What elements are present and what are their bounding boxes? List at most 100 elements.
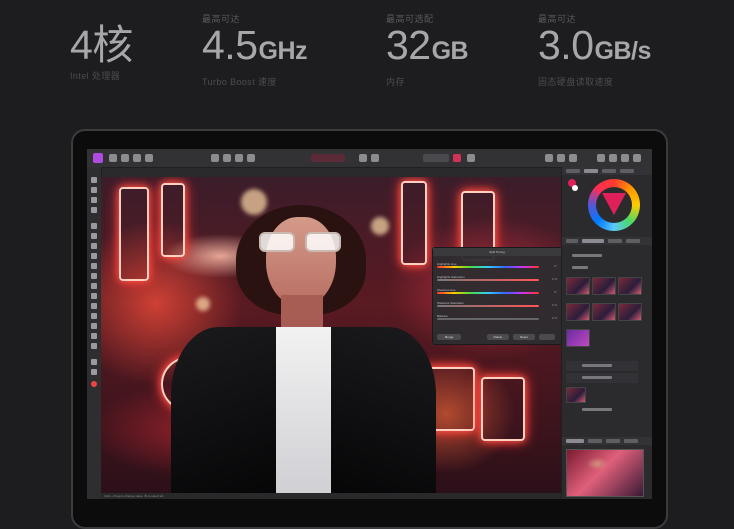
gradient-tool-icon[interactable] bbox=[91, 243, 97, 249]
app-logo-icon[interactable] bbox=[93, 153, 103, 163]
history-icon[interactable] bbox=[121, 154, 129, 162]
split-view-icon[interactable] bbox=[569, 154, 577, 162]
preset-thumbnail[interactable] bbox=[592, 277, 616, 295]
highlights-hue-slider[interactable] bbox=[437, 266, 539, 268]
dialog-close-button[interactable] bbox=[539, 334, 555, 340]
color-triangle[interactable] bbox=[602, 193, 626, 215]
preset-thumbnail[interactable] bbox=[566, 329, 590, 347]
dropdown-icon[interactable] bbox=[371, 154, 379, 162]
zoom-tool-icon[interactable] bbox=[91, 369, 97, 375]
tab-navigator[interactable] bbox=[566, 439, 584, 443]
crop-tool-icon[interactable] bbox=[91, 187, 97, 193]
tab-history[interactable] bbox=[606, 439, 620, 443]
reset-button[interactable]: Reset bbox=[513, 334, 535, 340]
view-mode-icon[interactable] bbox=[557, 154, 565, 162]
paint-brush-icon[interactable] bbox=[91, 253, 97, 259]
split-toning-dialog[interactable]: Split Toning Highlights Hue 0° Highlight… bbox=[432, 247, 561, 345]
smudge-tool-icon[interactable] bbox=[91, 313, 97, 319]
spec-ssd-unit: GB/s bbox=[594, 37, 652, 65]
adjustment-panel-tabs bbox=[562, 237, 652, 245]
tab-effects[interactable] bbox=[608, 239, 622, 243]
preset-thumbnail[interactable] bbox=[566, 277, 590, 295]
settings-icon[interactable] bbox=[133, 154, 141, 162]
clone-tool-icon[interactable] bbox=[91, 283, 97, 289]
share-icon[interactable] bbox=[145, 154, 153, 162]
quickmask-icon[interactable] bbox=[359, 154, 367, 162]
tab-styles[interactable] bbox=[626, 239, 640, 243]
subject-glasses bbox=[259, 232, 343, 252]
primary-color-swatch[interactable] bbox=[91, 381, 97, 387]
preset-thumbnail[interactable] bbox=[618, 303, 642, 321]
split-toning-section[interactable] bbox=[566, 251, 638, 261]
right-panel bbox=[561, 167, 652, 499]
arrange-icon[interactable] bbox=[467, 154, 475, 162]
move-tool-icon[interactable] bbox=[91, 177, 97, 183]
delete-button[interactable]: Delete bbox=[487, 334, 509, 340]
spec-turbo-unit: GHz bbox=[258, 37, 308, 65]
contrast-icon[interactable] bbox=[223, 154, 231, 162]
hand-tool-icon[interactable] bbox=[91, 359, 97, 365]
healing-tool-icon[interactable] bbox=[91, 293, 97, 299]
dodge-tool-icon[interactable] bbox=[91, 303, 97, 309]
pen-tool-icon[interactable] bbox=[91, 323, 97, 329]
text-tool-icon[interactable] bbox=[91, 343, 97, 349]
shadows-saturation-slider[interactable] bbox=[437, 305, 539, 307]
tab-layers[interactable] bbox=[566, 239, 578, 243]
record-icon[interactable] bbox=[453, 154, 461, 162]
navigator-preview[interactable] bbox=[566, 449, 644, 497]
app-window: Split Toning Highlights Hue 0° Highlight… bbox=[87, 149, 652, 499]
selection-tool-icon[interactable] bbox=[91, 207, 97, 213]
lasso-tool-icon[interactable] bbox=[91, 223, 97, 229]
merge-button[interactable]: Merge bbox=[437, 334, 461, 340]
hsl-icon[interactable] bbox=[247, 154, 255, 162]
levels-icon[interactable] bbox=[211, 154, 219, 162]
fullscreen-icon[interactable] bbox=[633, 154, 641, 162]
highlights-saturation-slider[interactable] bbox=[437, 279, 539, 281]
wb-icon[interactable] bbox=[235, 154, 243, 162]
layer-row[interactable] bbox=[566, 373, 638, 383]
tab-stock[interactable] bbox=[620, 169, 634, 173]
spec-cores: 4核 Intel 处理器 bbox=[70, 12, 133, 82]
preset-thumbnail[interactable] bbox=[566, 303, 590, 321]
tab-swatches[interactable] bbox=[584, 169, 598, 173]
assistant-icon[interactable] bbox=[545, 154, 553, 162]
preset-thumbnail[interactable] bbox=[592, 303, 616, 321]
balance-row[interactable]: Balance 0 % bbox=[437, 314, 557, 323]
tab-transform[interactable] bbox=[588, 439, 602, 443]
bokeh-light bbox=[196, 297, 210, 311]
snapping-toggle[interactable] bbox=[423, 154, 449, 162]
layer-row[interactable] bbox=[566, 405, 638, 415]
secondary-swatch[interactable] bbox=[572, 185, 578, 191]
flood-fill-icon[interactable] bbox=[91, 233, 97, 239]
subject-face bbox=[266, 217, 336, 307]
highlights-saturation-value: 0 % bbox=[551, 277, 557, 281]
brush-tool-icon[interactable] bbox=[91, 197, 97, 203]
highlights-saturation-row[interactable]: Highlights Saturation 0 % bbox=[437, 275, 557, 284]
spec-ssd-value: 3.0 bbox=[538, 22, 594, 68]
default-preset[interactable] bbox=[566, 263, 638, 273]
layer-row[interactable] bbox=[566, 361, 638, 371]
subject-shirt bbox=[276, 327, 331, 493]
shadows-saturation-row[interactable]: Shadows Saturation 0 % bbox=[437, 301, 557, 310]
layer-thumbnail[interactable] bbox=[566, 387, 586, 403]
mirror-icon[interactable] bbox=[597, 154, 605, 162]
balance-slider[interactable] bbox=[437, 318, 539, 320]
photo-canvas[interactable]: Split Toning Highlights Hue 0° Highlight… bbox=[101, 177, 561, 493]
preset-thumbnail[interactable] bbox=[618, 277, 642, 295]
color-picker-icon[interactable] bbox=[621, 154, 629, 162]
zoom-icon[interactable] bbox=[609, 154, 617, 162]
shadows-hue-slider[interactable] bbox=[437, 292, 539, 294]
persona-icon[interactable] bbox=[109, 154, 117, 162]
bokeh-light bbox=[241, 189, 267, 215]
spec-ssd-label: 固态硬盘读取速度 bbox=[538, 77, 614, 87]
selection-toggle[interactable] bbox=[311, 154, 345, 162]
highlights-hue-row[interactable]: Highlights Hue 0° bbox=[437, 262, 557, 271]
tab-channels[interactable] bbox=[624, 439, 638, 443]
tab-adjustments[interactable] bbox=[582, 239, 604, 243]
pixel-tool-icon[interactable] bbox=[91, 263, 97, 269]
tab-brushes[interactable] bbox=[602, 169, 616, 173]
shadows-hue-row[interactable]: Shadows Hue 0° bbox=[437, 288, 557, 297]
tab-color[interactable] bbox=[566, 169, 580, 173]
erase-tool-icon[interactable] bbox=[91, 273, 97, 279]
shape-tool-icon[interactable] bbox=[91, 333, 97, 339]
